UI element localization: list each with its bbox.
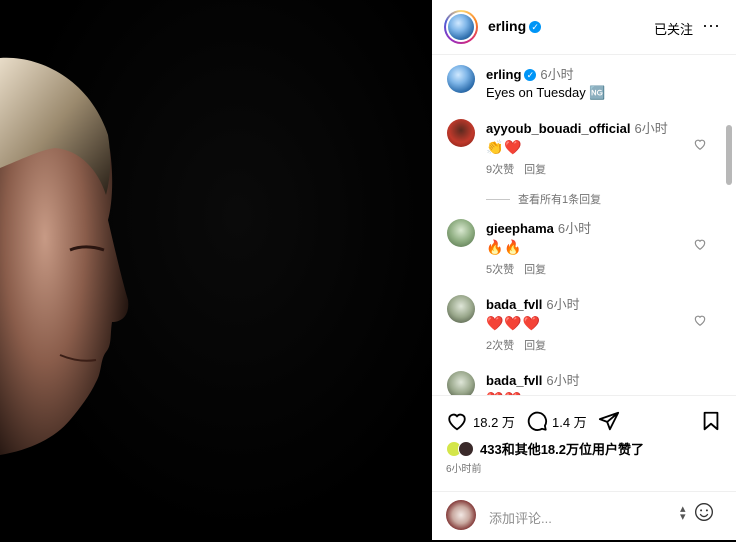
comment-like-icon[interactable] (693, 137, 707, 151)
current-user-avatar (446, 500, 476, 530)
comment-meta: 9次赞 回复 (486, 161, 556, 177)
liked-by[interactable]: 433和其他18.2万位用户赞了 (446, 439, 644, 458)
reply-button[interactable]: 回复 (524, 164, 546, 176)
caption-time: 6小时 (540, 67, 574, 82)
liked-by-text[interactable]: 433和其他18.2万位用户赞了 (480, 439, 644, 458)
verified-icon: ✓ (529, 21, 542, 33)
comment-meta: 2次赞 回复 (486, 337, 556, 353)
comment-icon (527, 411, 548, 431)
comment-text: ❤️❤️❤️ (486, 315, 542, 331)
commenter-avatar[interactable] (447, 119, 475, 147)
caption-username[interactable]: erling (486, 67, 521, 82)
like-count: 18.2 万 (473, 414, 515, 430)
commenter-avatar[interactable] (447, 219, 475, 247)
send-icon (598, 411, 620, 431)
sort-toggle-icon[interactable]: ▴ ▾ (680, 504, 686, 523)
comment-username[interactable]: ayyoub_bouadi_official (486, 121, 630, 136)
comment-meta: 5次赞 回复 (486, 261, 556, 277)
follow-state-button[interactable]: 已关注 (654, 19, 693, 38)
comment-time: 6小时 (546, 297, 580, 312)
comment-time: 6小时 (546, 373, 580, 388)
comment-text: 🔥🔥 (486, 239, 523, 255)
liker-avatar (458, 440, 474, 457)
comment-username[interactable]: bada_fvll (486, 297, 542, 312)
verified-icon: ✓ (524, 69, 537, 81)
comment-username[interactable]: gieephama (486, 221, 554, 236)
comment-likes[interactable]: 5次赞 (486, 264, 514, 276)
comment-button[interactable]: 1.4 万 (526, 410, 587, 432)
commenter-avatar[interactable] (447, 295, 475, 323)
comments-list[interactable]: erling ✓ 6小时 Eyes on Tuesday 🆖 ayyoub_boua… (432, 55, 736, 395)
comment-username[interactable]: bada_fvll (486, 373, 542, 388)
replies-divider (486, 199, 510, 200)
view-replies-label[interactable]: 查看所有1条回复 (518, 194, 601, 206)
post-photo (0, 0, 432, 540)
post-actions: 18.2 万 1.4 万 433和其他18.2万位用户赞了 6小时前 添加评论.… (432, 395, 736, 541)
comment-likes[interactable]: 9次赞 (486, 164, 514, 176)
author-username[interactable]: erling (488, 18, 526, 34)
comment-text: 👏❤️ (486, 139, 523, 155)
post-side-panel: erling ✓ 已关注 ··· erling ✓ 6小时 Eyes on Tuesd… (432, 0, 736, 540)
view-replies-link[interactable]: 查看所有1条回复 (486, 191, 601, 207)
more-icon[interactable]: ··· (702, 16, 720, 34)
author-avatar[interactable] (444, 10, 478, 44)
like-button[interactable]: 18.2 万 (446, 410, 515, 432)
author-avatar-small[interactable] (447, 65, 475, 93)
bookmark-icon (703, 411, 719, 431)
reply-button[interactable]: 回复 (524, 340, 546, 352)
comment-composer: 添加评论... ▴ ▾ (432, 491, 736, 542)
reply-button[interactable]: 回复 (524, 264, 546, 276)
save-button[interactable] (700, 410, 722, 432)
comment-input[interactable]: 添加评论... (489, 508, 552, 527)
comment-like-icon[interactable] (693, 237, 707, 251)
comment-count: 1.4 万 (552, 414, 587, 430)
commenter-avatar[interactable] (447, 371, 475, 395)
emoji-icon[interactable] (694, 502, 714, 522)
heart-icon (448, 413, 466, 431)
post-header: erling ✓ 已关注 ··· (432, 0, 736, 55)
share-button[interactable] (598, 410, 620, 432)
comment-time: 6小时 (557, 221, 592, 236)
comment-time: 6小时 (634, 121, 668, 136)
caption-text: Eyes on Tuesday 🆖 (486, 85, 606, 100)
comment-like-icon[interactable] (693, 313, 707, 327)
scrollbar[interactable] (726, 125, 732, 185)
comment-likes[interactable]: 2次赞 (486, 340, 514, 352)
post-date: 6小时前 (446, 464, 482, 475)
